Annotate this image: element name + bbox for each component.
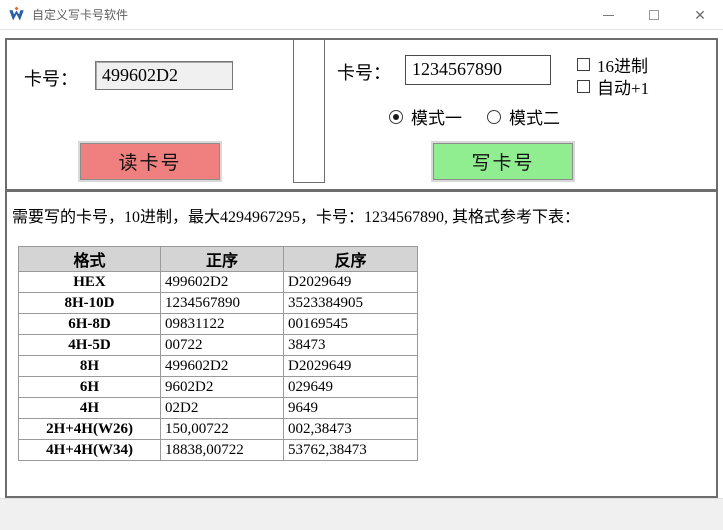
app-logo-icon <box>8 6 25 23</box>
table-cell: 8H-10D <box>19 293 161 314</box>
maximize-icon <box>649 10 659 20</box>
table-cell: 53762,38473 <box>284 440 418 461</box>
minimize-button[interactable] <box>585 0 631 30</box>
format-description: 需要写的卡号，10进制，最大4294967295，卡号：1234567890, … <box>12 203 580 227</box>
table-cell: 4H <box>19 398 161 419</box>
column-header-forward: 正序 <box>161 247 284 272</box>
table-cell: 150,00722 <box>161 419 284 440</box>
table-cell: 499602D2 <box>161 356 284 377</box>
table-cell: 6H <box>19 377 161 398</box>
hex-checkbox[interactable] <box>577 58 590 71</box>
table-row: HEX499602D2D2029649 <box>19 272 418 293</box>
mode2-radio-row[interactable]: 模式二 <box>487 104 560 129</box>
table-cell: 4H+4H(W34) <box>19 440 161 461</box>
maximize-button[interactable] <box>631 0 677 30</box>
table-cell: HEX <box>19 272 161 293</box>
write-card-label: 卡号： <box>337 59 391 85</box>
auto-inc-checkbox-row[interactable]: 自动+1 <box>577 74 649 99</box>
table-cell: 002,38473 <box>284 419 418 440</box>
table-cell: 00722 <box>161 335 284 356</box>
column-header-reverse: 反序 <box>284 247 418 272</box>
status-bar <box>0 498 723 530</box>
table-cell: 9602D2 <box>161 377 284 398</box>
divider-box <box>293 38 325 183</box>
minimize-icon <box>603 15 614 16</box>
table-row: 4H+4H(W34)18838,0072253762,38473 <box>19 440 418 461</box>
table-cell: 00169545 <box>284 314 418 335</box>
app-window: 自定义写卡号软件 ✕ 卡号： 499602D2 读卡号 卡号： 12345678… <box>0 0 723 530</box>
table-cell: 09831122 <box>161 314 284 335</box>
table-cell: D2029649 <box>284 272 418 293</box>
mode1-radio-label: 模式一 <box>411 104 462 129</box>
table-row: 6H9602D2029649 <box>19 377 418 398</box>
table-cell: 38473 <box>284 335 418 356</box>
table-cell: 18838,00722 <box>161 440 284 461</box>
table-cell: 8H <box>19 356 161 377</box>
auto-inc-checkbox[interactable] <box>577 80 590 93</box>
table-cell: 9649 <box>284 398 418 419</box>
mode2-radio[interactable] <box>487 110 501 124</box>
close-button[interactable]: ✕ <box>677 0 723 30</box>
mode2-radio-label: 模式二 <box>509 104 560 129</box>
read-card-input[interactable]: 499602D2 <box>95 61 233 90</box>
table-row: 2H+4H(W26)150,00722002,38473 <box>19 419 418 440</box>
table-cell: 4H-5D <box>19 335 161 356</box>
column-header-format: 格式 <box>19 247 161 272</box>
title-bar: 自定义写卡号软件 ✕ <box>0 0 723 30</box>
table-row: 6H-8D0983112200169545 <box>19 314 418 335</box>
read-card-label: 卡号： <box>24 65 78 91</box>
auto-inc-checkbox-label: 自动+1 <box>597 74 649 99</box>
table-cell: 2H+4H(W26) <box>19 419 161 440</box>
write-card-button[interactable]: 写卡号 <box>433 143 573 180</box>
table-header-row: 格式 正序 反序 <box>19 247 418 272</box>
table-row: 8H499602D2D2029649 <box>19 356 418 377</box>
table-row: 4H-5D0072238473 <box>19 335 418 356</box>
table-cell: 1234567890 <box>161 293 284 314</box>
table-cell: 3523384905 <box>284 293 418 314</box>
table-cell: 029649 <box>284 377 418 398</box>
table-cell: 02D2 <box>161 398 284 419</box>
format-table: 格式 正序 反序 HEX499602D2D20296498H-10D123456… <box>18 246 418 461</box>
read-card-button[interactable]: 读卡号 <box>80 143 220 180</box>
table-row: 8H-10D12345678903523384905 <box>19 293 418 314</box>
mode1-radio-row[interactable]: 模式一 <box>389 104 462 129</box>
write-card-input[interactable]: 1234567890 <box>405 55 551 85</box>
table-row: 4H02D29649 <box>19 398 418 419</box>
close-icon: ✕ <box>694 7 706 24</box>
table-cell: 6H-8D <box>19 314 161 335</box>
window-title: 自定义写卡号软件 <box>32 6 128 23</box>
table-cell: D2029649 <box>284 356 418 377</box>
table-cell: 499602D2 <box>161 272 284 293</box>
mode1-radio[interactable] <box>389 110 403 124</box>
